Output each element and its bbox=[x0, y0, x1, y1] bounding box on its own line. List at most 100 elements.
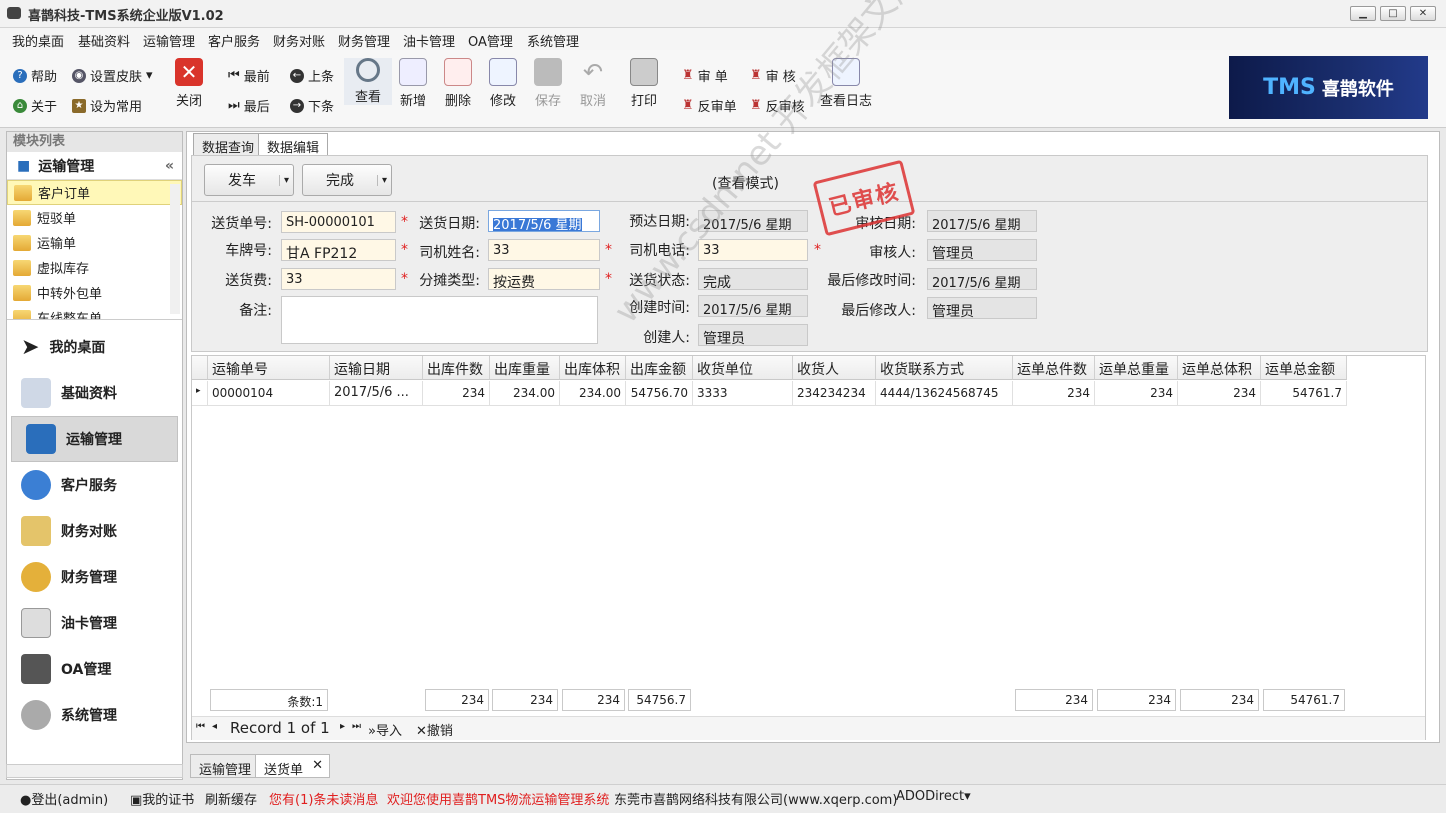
menu-system[interactable]: 系统管理 bbox=[527, 31, 579, 50]
menu-finance[interactable]: 财务管理 bbox=[338, 31, 390, 50]
unread-messages-link[interactable]: 您有(1)条未读消息 bbox=[269, 789, 378, 808]
column-header[interactable]: 运输日期 bbox=[330, 356, 423, 380]
import-button[interactable]: »导入 bbox=[368, 720, 402, 739]
tab-transport-management[interactable]: 运输管理 bbox=[190, 754, 261, 778]
close-button[interactable]: ✕ bbox=[1410, 6, 1436, 21]
module-item-virtual-stock[interactable]: 虚拟库存 bbox=[7, 255, 182, 280]
void-button[interactable]: ✕撤销 bbox=[416, 720, 453, 739]
skin-button[interactable]: ◉ 设置皮肤 ▾ bbox=[72, 66, 153, 85]
next-record-button[interactable]: → 下条 bbox=[290, 96, 334, 115]
module-item-customer-order[interactable]: 客户订单 bbox=[7, 180, 182, 205]
last-modifier-field[interactable]: 管理员 bbox=[927, 297, 1037, 319]
nav-transport[interactable]: 运输管理 bbox=[11, 416, 178, 462]
created-time-field[interactable]: 2017/5/6 星期 bbox=[698, 295, 808, 317]
connection-dropdown[interactable]: ADODirect▾ bbox=[896, 789, 971, 804]
column-header[interactable]: 收货人 bbox=[793, 356, 876, 380]
depart-button[interactable]: 发车 ▾ bbox=[204, 164, 294, 196]
add-button[interactable]: 新增 bbox=[389, 58, 437, 109]
help-button[interactable]: ? 帮助 bbox=[13, 66, 57, 85]
set-favorite-button[interactable]: ★ 设为常用 bbox=[72, 96, 142, 115]
logout-button[interactable]: ●登出(admin) bbox=[20, 789, 108, 808]
audit-date-field[interactable]: 2017/5/6 星期 bbox=[927, 210, 1037, 232]
column-header[interactable]: 出库重量 bbox=[490, 356, 560, 380]
menu-customer-service[interactable]: 客户服务 bbox=[208, 31, 260, 50]
table-cell[interactable]: 234.00 bbox=[560, 381, 626, 406]
table-cell[interactable]: 234 bbox=[423, 381, 490, 406]
module-item-shuttle[interactable]: 短驳单 bbox=[7, 205, 182, 230]
last-modified-field[interactable]: 2017/5/6 星期 bbox=[927, 268, 1037, 290]
tab-data-edit[interactable]: 数据编辑 bbox=[258, 133, 329, 156]
delivery-date-field[interactable]: 2017/5/6 星期 bbox=[488, 210, 600, 232]
column-header[interactable]: 运单总体积 bbox=[1178, 356, 1261, 380]
tab-delivery-order[interactable]: 送货单 ✕ bbox=[255, 754, 331, 778]
delivery-no-field[interactable]: SH-00000101 bbox=[281, 211, 396, 233]
auditor-field[interactable]: 管理员 bbox=[927, 239, 1037, 261]
close-tab-icon[interactable]: ✕ bbox=[312, 758, 323, 773]
menu-my-desktop[interactable]: 我的桌面 bbox=[12, 31, 64, 50]
cancel-button[interactable]: ↶ 取消 bbox=[569, 58, 617, 109]
table-cell[interactable]: 234234234 bbox=[793, 381, 876, 406]
certificate-button[interactable]: ▣我的证书 bbox=[130, 789, 194, 808]
plate-field[interactable]: 甘A FP212 bbox=[281, 239, 396, 261]
unaudit-button[interactable]: ♜ 反审核 bbox=[750, 96, 805, 115]
print-button[interactable]: 打印 bbox=[620, 58, 668, 109]
driver-phone-field[interactable]: 33 bbox=[698, 239, 808, 261]
nav-finance[interactable]: 财务管理 bbox=[7, 554, 182, 600]
module-section-header[interactable]: ■ 运输管理 « bbox=[7, 152, 182, 180]
nav-customer-service[interactable]: 客户服务 bbox=[7, 462, 182, 508]
menu-oa[interactable]: OA管理 bbox=[468, 31, 513, 50]
finish-button[interactable]: 完成 ▾ bbox=[302, 164, 392, 196]
table-cell[interactable]: 54756.70 bbox=[626, 381, 693, 406]
nav-reconciliation[interactable]: 财务对账 bbox=[7, 508, 182, 554]
table-cell[interactable]: 54761.7 bbox=[1261, 381, 1347, 406]
menu-transport[interactable]: 运输管理 bbox=[143, 31, 195, 50]
view-button[interactable]: 查看 bbox=[344, 58, 392, 105]
table-cell[interactable]: 3333 bbox=[693, 381, 793, 406]
nav-fuel-card[interactable]: 油卡管理 bbox=[7, 600, 182, 646]
last-record-button[interactable]: ⏭ 最后 bbox=[228, 96, 270, 115]
status-select[interactable]: 完成 bbox=[698, 268, 808, 290]
refresh-cache-button[interactable]: 刷新缓存 bbox=[205, 789, 257, 808]
prev-record-icon[interactable]: ◂ bbox=[212, 721, 217, 732]
menu-reconciliation[interactable]: 财务对账 bbox=[273, 31, 325, 50]
left-panel-hscrollbar[interactable] bbox=[6, 764, 183, 778]
table-cell[interactable]: 234 bbox=[1013, 381, 1095, 406]
edit-button[interactable]: 修改 bbox=[479, 58, 527, 109]
menu-basic-data[interactable]: 基础资料 bbox=[78, 31, 130, 50]
first-record-icon[interactable]: ⏮ bbox=[196, 721, 205, 732]
unaudit-doc-button[interactable]: ♜ 反审单 bbox=[682, 96, 737, 115]
prev-record-button[interactable]: ← 上条 bbox=[290, 66, 334, 85]
table-cell[interactable]: 234 bbox=[1095, 381, 1178, 406]
last-record-icon[interactable]: ⏭ bbox=[352, 721, 361, 732]
table-cell[interactable]: 00000104 bbox=[208, 381, 330, 406]
table-cell[interactable]: 4444/13624568745 bbox=[876, 381, 1013, 406]
column-header[interactable]: 收货单位 bbox=[693, 356, 793, 380]
column-header[interactable]: 出库体积 bbox=[560, 356, 626, 380]
module-item-route-truck[interactable]: 车线整车单 bbox=[7, 305, 182, 319]
about-button[interactable]: ⌂ 关于 bbox=[13, 96, 57, 115]
delete-button[interactable]: 删除 bbox=[434, 58, 482, 109]
menu-fuel-card[interactable]: 油卡管理 bbox=[403, 31, 455, 50]
close-tool-button[interactable]: ✕ 关闭 bbox=[165, 58, 213, 109]
tab-data-query[interactable]: 数据查询 bbox=[193, 133, 264, 156]
table-cell[interactable]: 2017/5/6 ... bbox=[330, 381, 423, 406]
nav-basic-data[interactable]: 基础资料 bbox=[7, 370, 182, 416]
maximize-button[interactable]: □ bbox=[1380, 6, 1406, 21]
eta-field[interactable]: 2017/5/6 星期 bbox=[698, 210, 808, 232]
remark-textarea[interactable] bbox=[281, 296, 598, 344]
creator-field[interactable]: 管理员 bbox=[698, 324, 808, 346]
column-header[interactable]: 运单总金额 bbox=[1261, 356, 1347, 380]
table-cell[interactable]: 234.00 bbox=[490, 381, 560, 406]
minimize-button[interactable]: ▁ bbox=[1350, 6, 1376, 21]
module-item-outsourcing[interactable]: 中转外包单 bbox=[7, 280, 182, 305]
nav-oa[interactable]: OA管理 bbox=[7, 646, 182, 692]
column-header[interactable]: 出库件数 bbox=[423, 356, 490, 380]
audit-doc-button[interactable]: ♜ 审 单 bbox=[682, 66, 728, 85]
driver-field[interactable]: 33 bbox=[488, 239, 600, 261]
fee-field[interactable]: 33 bbox=[281, 268, 396, 290]
audit-button[interactable]: ♜ 审 核 bbox=[750, 66, 796, 85]
split-type-select[interactable]: 按运费 bbox=[488, 268, 600, 290]
first-record-button[interactable]: ⏮ 最前 bbox=[228, 66, 270, 85]
module-list-scrollbar[interactable] bbox=[170, 184, 180, 314]
nav-my-desktop[interactable]: ➤ 我的桌面 bbox=[7, 324, 182, 370]
